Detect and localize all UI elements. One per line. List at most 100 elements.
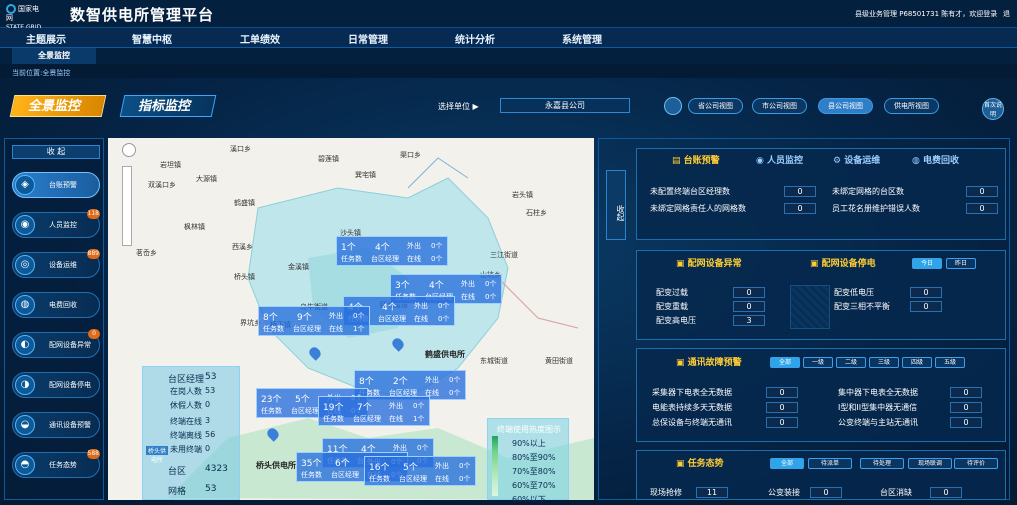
popup-online-label: 在线 [461,293,475,301]
ledger-row-value[interactable]: 0 [966,203,998,214]
help-button[interactable]: 首次说明 [982,98,1004,120]
map-station-popup[interactable]: 8个 9个 外出 0个 任务数 台区经理 在线 1个 [258,306,370,336]
popup-manager-count: 2个 [393,377,408,387]
task-tab-button[interactable]: 全部 [770,458,804,469]
comm-row-value[interactable]: 0 [766,417,798,428]
popup-out-count: 0个 [413,402,425,410]
sidebar-item[interactable]: ◑ 配网设备停电 [12,372,100,398]
app-title: 数智供电所管理平台 [70,6,215,24]
tab-device-ops[interactable]: ⚙ 设备运维 [833,153,880,166]
task-row-value[interactable]: 0 [810,487,842,498]
nav-item-system[interactable]: 系统管理 [562,31,602,46]
sidebar-item[interactable]: ◐ 配网设备异常 0 [12,329,100,358]
comm-level-button[interactable]: 三级 [869,357,899,368]
outage-row-value[interactable]: 0 [910,287,942,298]
sidebar-item-icon: ◑ [15,375,35,395]
comm-row-value[interactable]: 0 [950,387,982,398]
view-city-button[interactable]: 市公司视图 [752,98,807,114]
comm-level-button[interactable]: 全部 [770,357,800,368]
info-row-value: 0 [205,400,211,409]
ledger-row-value[interactable]: 0 [966,186,998,197]
popup-online-count: 1个 [353,325,365,333]
right-collapse-button[interactable]: 收起 [606,170,626,240]
ledger-row-label: 未配置终端台区经理数 [650,187,730,196]
comm-row-value[interactable]: 0 [766,402,798,413]
nav-item-workorder[interactable]: 工单绩效 [240,31,280,46]
abnormal-row-value[interactable]: 0 [733,301,765,312]
map-town-label: 溪口乡 [230,145,251,153]
sidebar-item[interactable]: ◍ 电费回收 [12,292,100,318]
comm-row-value[interactable]: 0 [950,402,982,413]
map-town-label: 鹤盛镇 [234,199,255,207]
comm-level-button[interactable]: 一级 [803,357,833,368]
comm-row-value[interactable]: 0 [766,387,798,398]
map-station-popup[interactable]: 19个 7个 外出 0个 任务数 台区经理 在线 1个 [318,396,430,426]
popup-online-label: 在线 [407,255,421,263]
popup-manager-label: 台区经理 [399,475,427,483]
map-town-label: 碧莲镇 [318,155,339,163]
popup-manager-count: 5个 [295,395,310,405]
abnormal-row-label: 配变过载 [656,288,688,297]
comm-row-label: 总保设备与终端无通讯 [652,418,732,427]
task-tab-button[interactable]: 待处理 [860,458,904,469]
tab-ledger-warning[interactable]: ▤ 台账预警 [672,153,720,166]
legend-item: 70%至80% [512,467,556,476]
yesterday-button[interactable]: 昨日 [946,258,976,269]
view-province-button[interactable]: 省公司视图 [688,98,743,114]
sidebar-collapse-button[interactable]: 收 起 [12,145,100,159]
nav-item-hub[interactable]: 智慧中枢 [132,31,172,46]
comm-row-value[interactable]: 0 [950,417,982,428]
breadcrumb: 当前位置:全景监控 [12,69,71,77]
popup-online-label: 在线 [414,315,428,323]
sidebar-item[interactable]: ◉ 人员监控 118 [12,209,100,238]
comm-row-label: I型和II型集中器无通信 [838,403,918,412]
map-station-popup[interactable]: 1个 4个 外出 0个 任务数 台区经理 在线 0个 [336,236,448,266]
view-station-button[interactable]: 供电所视图 [884,98,939,114]
task-row-value[interactable]: 11 [696,487,728,498]
exit-button[interactable]: 退 [1003,9,1010,19]
popup-manager-label: 台区经理 [293,325,321,333]
sidebar-item[interactable]: ◈ 台账预警 [12,172,100,198]
map-town-label: 黄田街道 [545,357,573,365]
popup-manager-count: 9个 [297,313,312,323]
sidebar-item[interactable]: ◒ 通讯设备预警 [12,412,100,438]
subnav-tab-overview[interactable]: 全景监控 [12,48,96,64]
comm-level-button[interactable]: 四级 [902,357,932,368]
station-label-2: 桥头供电所 [256,461,296,470]
popup-manager-count: 4个 [382,303,397,313]
map-zoom-slider[interactable] [122,166,132,246]
comm-level-button[interactable]: 五级 [935,357,965,368]
tab-overview[interactable]: 全景监控 [9,95,107,117]
task-tab-button[interactable]: 待评价 [954,458,998,469]
info-row-label: 终端在线 [170,417,202,426]
popup-online-count: 0个 [438,315,450,323]
tab-personnel-monitor[interactable]: ◉ 人员监控 [756,153,803,166]
task-row-label: 台区消缺 [880,488,912,497]
task-tab-button[interactable]: 待派单 [808,458,852,469]
view-county-button[interactable]: 县公司视图 [818,98,873,114]
nav-item-daily[interactable]: 日常管理 [348,31,388,46]
unit-select[interactable]: 永嘉县公司 [500,98,630,113]
today-button[interactable]: 今日 [912,258,942,269]
nav-item-theme[interactable]: 主题展示 [26,31,66,46]
outage-row-value[interactable]: 0 [910,301,942,312]
comm-title: ▣ 通讯故障预警 [676,358,742,368]
abnormal-row-value[interactable]: 3 [733,315,765,326]
task-title: ▣ 任务态势 [676,459,724,469]
popup-out-count: 0个 [417,444,429,452]
abnormal-row-value[interactable]: 0 [733,287,765,298]
task-row-value[interactable]: 0 [930,487,962,498]
ledger-row-value[interactable]: 0 [784,186,816,197]
map-compass-icon[interactable] [122,143,136,157]
sidebar-item[interactable]: ◓ 任务态势 588 [12,449,100,478]
map-station-popup[interactable]: 16个 5个 外出 0个 任务数 台区经理 在线 0个 [364,456,476,486]
task-tab-button[interactable]: 现场联调 [908,458,952,469]
nav-item-stats[interactable]: 统计分析 [455,31,495,46]
ledger-row-value[interactable]: 0 [784,203,816,214]
tab-indicator[interactable]: 指标监控 [119,95,217,117]
sidebar-item-icon: ◐ [15,335,35,355]
sidebar-item-label: 台账预警 [49,181,77,189]
comm-level-button[interactable]: 二级 [836,357,866,368]
sidebar-item[interactable]: ◎ 设备运维 889 [12,249,100,278]
tab-bill-recovery[interactable]: ◍ 电费回收 [912,153,959,166]
